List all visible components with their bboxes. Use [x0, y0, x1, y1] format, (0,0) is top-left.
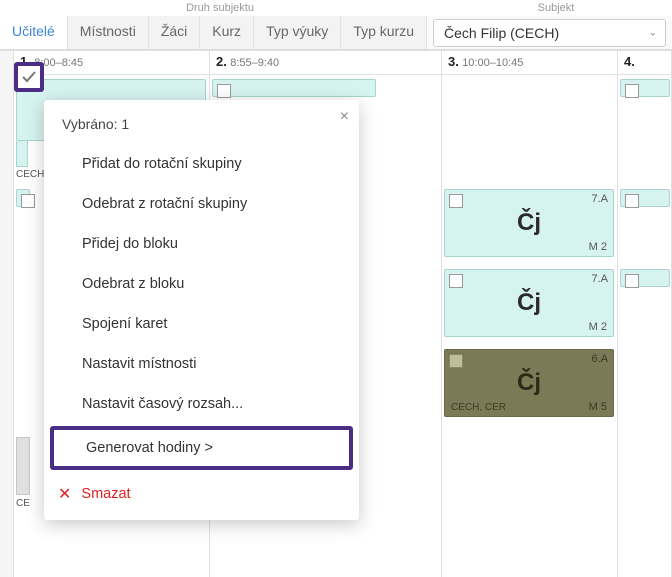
card-checkbox[interactable] — [21, 194, 35, 208]
card-checkbox[interactable] — [449, 194, 463, 208]
menu-item-set-rooms[interactable]: Nastavit místnosti — [44, 344, 359, 384]
card-checkbox[interactable] — [217, 84, 231, 98]
lesson-card[interactable] — [620, 189, 670, 207]
room-label: M 2 — [589, 241, 607, 253]
card-checkbox[interactable] — [625, 194, 639, 208]
menu-item-add-rotation[interactable]: Přidat do rotační skupiny — [44, 144, 359, 184]
menu-item-merge-cards[interactable]: Spojení karet — [44, 304, 359, 344]
room-label: M 5 — [589, 401, 607, 413]
col-time: 10:00–10:45 — [462, 57, 523, 69]
column-3: 3. 10:00–10:45 7.A Čj M 2 7.A Čj M 2 6.A… — [442, 51, 618, 577]
menu-item-add-block[interactable]: Přidej do bloku — [44, 224, 359, 264]
card-checkbox[interactable] — [625, 84, 639, 98]
tab-teachers[interactable]: Učitelé — [0, 16, 68, 49]
room-label: M 2 — [589, 321, 607, 333]
tab-course[interactable]: Kurz — [200, 16, 254, 49]
class-label: 7.A — [591, 273, 608, 285]
teacher-label-2: CE — [16, 498, 30, 509]
lesson-card[interactable]: 7.A Čj M 2 — [444, 269, 614, 337]
subject-label: Čj — [517, 369, 541, 397]
lesson-card[interactable]: 7.A Čj M 2 — [444, 189, 614, 257]
tab-students[interactable]: Žáci — [149, 16, 200, 49]
close-icon[interactable]: × — [340, 108, 349, 126]
toolbar: Učitelé Místnosti Žáci Kurz Typ výuky Ty… — [0, 16, 672, 50]
subject-label: Čj — [517, 209, 541, 237]
chevron-down-icon: ⌄ — [649, 28, 657, 39]
column-header-4: 4. — [618, 51, 671, 75]
delete-label: Smazat — [81, 486, 130, 502]
col-time: 8:55–9:40 — [230, 57, 279, 69]
check-icon — [21, 69, 37, 85]
delete-x-icon: ✕ — [58, 484, 71, 504]
teacher-label: CECH, CER — [451, 402, 506, 413]
menu-item-remove-block[interactable]: Odebrat z bloku — [44, 264, 359, 304]
card-checkbox[interactable] — [449, 354, 463, 368]
lesson-card[interactable] — [620, 269, 670, 287]
lesson-card[interactable] — [620, 79, 670, 97]
context-menu-title: Vybráno: 1 — [44, 110, 359, 144]
subject-select-value: Čech Filip (CECH) — [444, 25, 559, 41]
column-4: 4. — [618, 51, 672, 577]
left-gutter — [0, 51, 14, 577]
menu-item-set-time-range[interactable]: Nastavit časový rozsah... — [44, 384, 359, 424]
card-checkbox[interactable] — [449, 274, 463, 288]
label-subject: Subjekt — [440, 2, 672, 14]
menu-item-delete[interactable]: ✕ Smazat — [44, 472, 359, 508]
subject-select[interactable]: Čech Filip (CECH) ⌄ — [433, 19, 666, 47]
tab-course-type[interactable]: Typ kurzu — [341, 16, 427, 49]
subject-select-wrap: Čech Filip (CECH) ⌄ — [427, 16, 672, 49]
card-fragment — [16, 141, 28, 167]
grey-card-fragment — [16, 437, 30, 495]
col-num: 3. — [448, 54, 459, 69]
selected-card-checkbox[interactable] — [14, 62, 44, 92]
menu-item-generate-hours[interactable]: Generovat hodiny > — [50, 426, 353, 470]
card-checkbox[interactable] — [625, 274, 639, 288]
column-header-2: 2. 8:55–9:40 — [210, 51, 441, 75]
header-labels: Druh subjektu Subjekt — [0, 0, 672, 16]
lesson-card[interactable] — [212, 79, 376, 97]
tab-rooms[interactable]: Místnosti — [68, 16, 149, 49]
context-menu: × Vybráno: 1 Přidat do rotační skupiny O… — [44, 100, 359, 520]
col-num: 2. — [216, 54, 227, 69]
teacher-label: CECH — [16, 169, 44, 180]
menu-item-remove-rotation[interactable]: Odebrat z rotační skupiny — [44, 184, 359, 224]
lesson-card[interactable]: 6.A Čj M 5 CECH, CER — [444, 349, 614, 417]
tab-lesson-type[interactable]: Typ výuky — [254, 16, 341, 49]
label-subject-type: Druh subjektu — [0, 2, 440, 14]
subject-label: Čj — [517, 289, 541, 317]
class-label: 7.A — [591, 193, 608, 205]
class-label: 6.A — [591, 353, 608, 365]
col-num: 4. — [624, 54, 635, 69]
lesson-card[interactable] — [16, 189, 30, 207]
column-header-3: 3. 10:00–10:45 — [442, 51, 617, 75]
